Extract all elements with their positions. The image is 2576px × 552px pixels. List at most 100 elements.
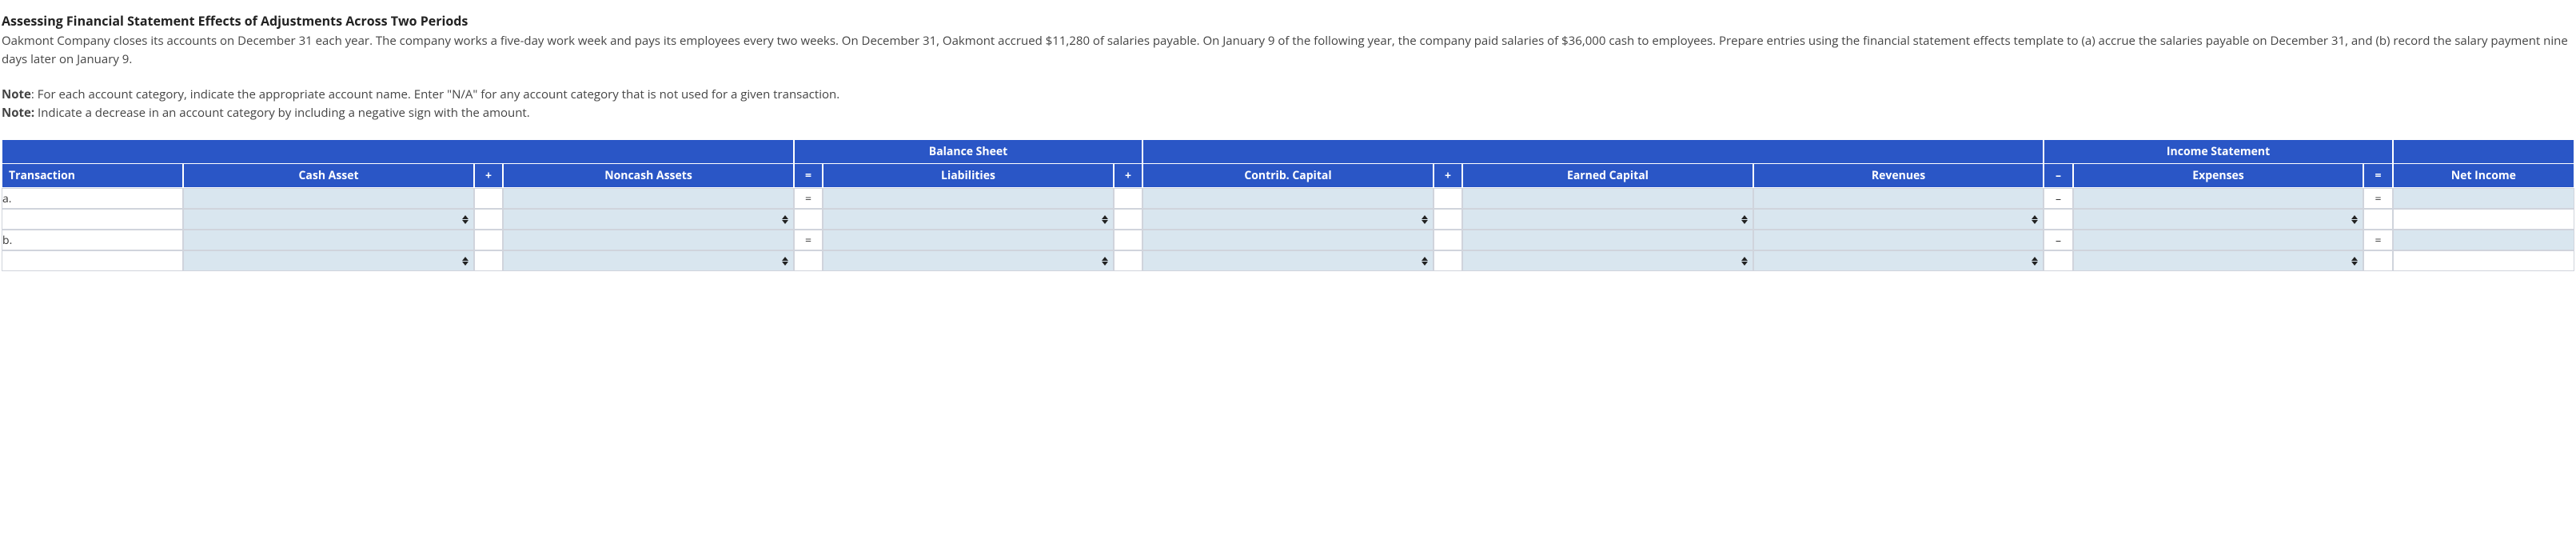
b-liab-account-select[interactable] xyxy=(823,251,1113,270)
op-minus: – xyxy=(2044,230,2072,250)
b-exp-amount-input[interactable] xyxy=(2074,230,2363,250)
sort-icon xyxy=(462,215,469,224)
th-net-income: Net Income xyxy=(2393,163,2574,188)
a-earned-account-select[interactable] xyxy=(1463,210,1753,229)
b-noncash-amount-input[interactable] xyxy=(504,230,793,250)
sort-icon xyxy=(1422,257,1428,266)
row-b-accounts xyxy=(2,250,2574,271)
note-2-label: Note: xyxy=(2,105,34,121)
b-earned-account-select[interactable] xyxy=(1463,251,1753,270)
th-transaction: Transaction xyxy=(2,163,183,188)
sort-icon xyxy=(782,215,788,224)
op-blank xyxy=(474,230,503,250)
a-contrib-account-select[interactable] xyxy=(1143,210,1433,229)
op-eq: = xyxy=(2363,230,2392,250)
group-header-empty-left xyxy=(2,139,794,163)
row-a-label: a. xyxy=(2,188,183,209)
op-blank xyxy=(1434,250,1462,271)
b-rev-account-select[interactable] xyxy=(1754,251,2044,270)
op-blank xyxy=(474,250,503,271)
b-rev-amount-input[interactable] xyxy=(1754,230,2044,250)
sort-icon xyxy=(2351,215,2358,224)
a-cash-amount-input[interactable] xyxy=(184,189,473,208)
th-plus-2: + xyxy=(1114,163,1142,188)
th-plus-3: + xyxy=(1434,163,1462,188)
note-2: Note: Indicate a decrease in an account … xyxy=(2,104,2574,122)
op-blank xyxy=(1114,230,1142,250)
a-liab-account-select[interactable] xyxy=(823,210,1113,229)
op-minus: – xyxy=(2044,188,2072,209)
b-noncash-account-select[interactable] xyxy=(504,251,793,270)
op-blank xyxy=(2044,250,2072,271)
b-contrib-account-select[interactable] xyxy=(1143,251,1433,270)
sort-icon xyxy=(2351,257,2358,266)
a-contrib-amount-input[interactable] xyxy=(1143,189,1433,208)
sort-icon xyxy=(2032,215,2038,224)
b-cash-amount-input[interactable] xyxy=(184,230,473,250)
a-liab-amount-input[interactable] xyxy=(823,189,1113,208)
th-expenses: Expenses xyxy=(2073,163,2364,188)
a-exp-account-select[interactable] xyxy=(2074,210,2363,229)
sort-icon xyxy=(1741,215,1748,224)
page-title: Assessing Financial Statement Effects of… xyxy=(2,11,2574,30)
note-1-label: Note xyxy=(2,86,31,102)
a-rev-account-select[interactable] xyxy=(1754,210,2044,229)
a-ni-amount-input[interactable] xyxy=(2394,189,2574,208)
op-blank xyxy=(794,209,823,230)
a-ni-account-blank xyxy=(2393,209,2574,230)
th-eq-1: = xyxy=(794,163,823,188)
sort-icon xyxy=(1422,215,1428,224)
op-eq: = xyxy=(2363,188,2392,209)
op-blank xyxy=(1114,209,1142,230)
op-blank xyxy=(1434,188,1462,209)
a-earned-amount-input[interactable] xyxy=(1463,189,1753,208)
note-1-text: : For each account category, indicate th… xyxy=(31,86,839,102)
b-cash-account-select[interactable] xyxy=(184,251,473,270)
group-header-row: Balance Sheet Income Statement xyxy=(2,139,2574,163)
sort-icon xyxy=(1102,215,1108,224)
group-header-empty-right xyxy=(2393,139,2574,163)
th-contrib-capital: Contrib. Capital xyxy=(1142,163,1434,188)
op-blank xyxy=(1114,250,1142,271)
sort-icon xyxy=(1741,257,1748,266)
op-blank xyxy=(2044,209,2072,230)
row-b-account-label xyxy=(2,250,183,271)
th-earned-capital: Earned Capital xyxy=(1462,163,1753,188)
column-header-row: Transaction Cash Asset + Noncash Assets … xyxy=(2,163,2574,188)
problem-paragraph: Oakmont Company closes its accounts on D… xyxy=(2,32,2574,68)
b-contrib-amount-input[interactable] xyxy=(1143,230,1433,250)
a-cash-account-select[interactable] xyxy=(184,210,473,229)
row-a-accounts xyxy=(2,209,2574,230)
th-cash-asset: Cash Asset xyxy=(183,163,474,188)
row-a-account-label xyxy=(2,209,183,230)
op-blank xyxy=(2363,209,2392,230)
note-1: Note: For each account category, indicat… xyxy=(2,86,2574,104)
group-header-income-statement: Income Statement xyxy=(2044,139,2392,163)
group-header-balance-sheet: Balance Sheet xyxy=(794,139,1142,163)
a-rev-amount-input[interactable] xyxy=(1754,189,2044,208)
a-noncash-account-select[interactable] xyxy=(504,210,793,229)
th-noncash-assets: Noncash Assets xyxy=(503,163,794,188)
th-liabilities: Liabilities xyxy=(823,163,1114,188)
a-exp-amount-input[interactable] xyxy=(2074,189,2363,208)
row-a-amounts: a. = – = xyxy=(2,188,2574,209)
op-blank xyxy=(474,209,503,230)
th-plus-1: + xyxy=(474,163,503,188)
b-exp-account-select[interactable] xyxy=(2074,251,2363,270)
b-ni-amount-input[interactable] xyxy=(2394,230,2574,250)
fse-table: Balance Sheet Income Statement Transacti… xyxy=(2,139,2574,271)
note-2-text: Indicate a decrease in an account catego… xyxy=(34,105,530,121)
sort-icon xyxy=(782,257,788,266)
sort-icon xyxy=(462,257,469,266)
op-blank xyxy=(1434,230,1462,250)
op-blank xyxy=(2363,250,2392,271)
b-earned-amount-input[interactable] xyxy=(1463,230,1753,250)
group-header-empty-mid xyxy=(1142,139,2044,163)
op-blank xyxy=(1114,188,1142,209)
th-minus: – xyxy=(2044,163,2072,188)
row-b-amounts: b. = – = xyxy=(2,230,2574,250)
b-liab-amount-input[interactable] xyxy=(823,230,1113,250)
op-blank xyxy=(794,250,823,271)
sort-icon xyxy=(1102,257,1108,266)
a-noncash-amount-input[interactable] xyxy=(504,189,793,208)
